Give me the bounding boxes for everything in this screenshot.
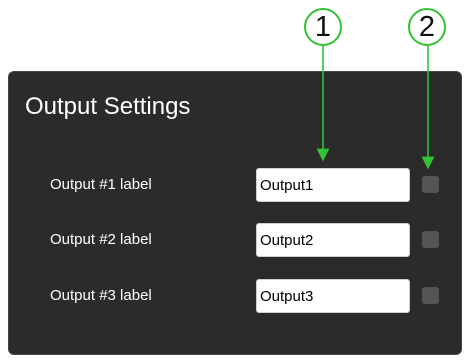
output-1-name-input[interactable] — [256, 168, 410, 202]
output-row-3: Output #3 label — [9, 279, 463, 313]
output-2-checkbox[interactable] — [422, 231, 439, 248]
output-settings-panel: Output Settings Output #1 label Output #… — [8, 71, 462, 355]
output-2-name-input[interactable] — [256, 223, 410, 257]
output-3-checkbox[interactable] — [422, 287, 439, 304]
output-1-checkbox[interactable] — [422, 176, 439, 193]
output-row-1: Output #1 label — [9, 168, 463, 202]
callout-marker-2: 2 — [408, 8, 446, 46]
callout-number-1: 1 — [314, 10, 332, 43]
output-1-label: Output #1 label — [50, 176, 152, 193]
callout-marker-1: 1 — [304, 8, 342, 46]
output-row-2: Output #2 label — [9, 223, 463, 257]
output-3-label: Output #3 label — [50, 287, 152, 304]
callout-number-2: 2 — [418, 10, 436, 43]
output-2-label: Output #2 label — [50, 231, 152, 248]
panel-title: Output Settings — [25, 93, 191, 120]
output-3-name-input[interactable] — [256, 279, 410, 313]
